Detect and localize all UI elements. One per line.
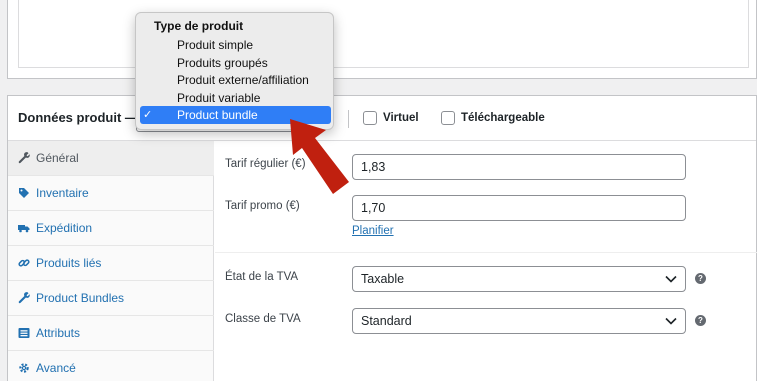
tab-attributes-label: Attributs xyxy=(36,326,81,340)
annotation-arrow-icon xyxy=(290,119,349,194)
option-variable-product[interactable]: Produit variable xyxy=(140,89,331,107)
tax-status-select[interactable]: Taxable xyxy=(352,266,686,292)
tab-general-label: Général xyxy=(36,151,79,165)
description-panel xyxy=(7,0,757,79)
product-data-header: Données produit — Virtuel Téléchargeable xyxy=(8,96,756,141)
option-grouped-products[interactable]: Produits groupés xyxy=(140,54,331,72)
section-divider xyxy=(215,252,757,253)
sale-price-input[interactable]: 1,70 xyxy=(352,195,686,221)
chevron-down-icon xyxy=(665,275,677,283)
help-icon[interactable]: ? xyxy=(695,315,706,326)
tax-class-label: Classe de TVA xyxy=(225,313,301,325)
tab-advanced[interactable]: Avancé xyxy=(8,351,214,381)
tab-shipping[interactable]: Expédition xyxy=(8,211,214,246)
tab-product-bundles-label: Product Bundles xyxy=(36,291,125,305)
wrench-icon xyxy=(18,152,30,164)
downloadable-checkbox-box[interactable] xyxy=(441,111,455,125)
tag-icon xyxy=(19,188,29,198)
dropdown-group-label: Type de produit xyxy=(154,19,244,33)
chevron-down-icon xyxy=(665,317,677,325)
tab-advanced-label: Avancé xyxy=(36,361,76,375)
description-editor[interactable] xyxy=(18,0,749,68)
product-data-tabs: Général Inventaire Expédition Produits l… xyxy=(8,141,214,381)
link-icon xyxy=(18,259,30,267)
downloadable-label: Téléchargeable xyxy=(461,112,545,124)
virtual-checkbox-box[interactable] xyxy=(363,111,377,125)
option-simple-product[interactable]: Produit simple xyxy=(140,36,331,54)
downloadable-checkbox[interactable]: Téléchargeable xyxy=(441,111,545,125)
tax-class-select[interactable]: Standard xyxy=(352,308,686,334)
tax-class-value: Standard xyxy=(361,314,412,328)
schedule-link[interactable]: Planifier xyxy=(352,225,394,237)
truck-icon xyxy=(18,225,30,233)
tax-status-label: État de la TVA xyxy=(225,271,299,283)
tab-inventory[interactable]: Inventaire xyxy=(8,176,214,211)
product-type-dropdown: Type de produit Produit simple Produits … xyxy=(135,12,334,130)
option-external-product[interactable]: Produit externe/affiliation xyxy=(140,71,331,89)
tab-product-bundles[interactable]: Product Bundles xyxy=(8,281,214,316)
tab-shipping-label: Expédition xyxy=(36,221,93,235)
tab-linked-products[interactable]: Produits liés xyxy=(8,246,214,281)
tax-status-value: Taxable xyxy=(361,272,405,286)
product-data-title: Données produit — xyxy=(18,110,138,125)
option-product-bundle-label: Product bundle xyxy=(177,108,258,122)
list-icon xyxy=(18,328,30,338)
wrench-icon xyxy=(18,292,30,304)
tab-general[interactable]: Général xyxy=(8,141,214,176)
checkmark-icon: ✓ xyxy=(143,109,153,121)
product-data-panel: Données produit — Virtuel Téléchargeable… xyxy=(7,95,757,381)
help-icon[interactable]: ? xyxy=(695,273,706,284)
tab-inventory-label: Inventaire xyxy=(36,186,89,200)
regular-price-input[interactable]: 1,83 xyxy=(352,154,686,180)
tab-linked-products-label: Produits liés xyxy=(36,256,102,270)
virtual-checkbox[interactable]: Virtuel xyxy=(363,111,419,125)
sale-price-label: Tarif promo (€) xyxy=(225,200,300,212)
tab-attributes[interactable]: Attributs xyxy=(8,316,214,351)
virtual-label: Virtuel xyxy=(383,112,419,124)
gear-icon xyxy=(19,363,29,373)
